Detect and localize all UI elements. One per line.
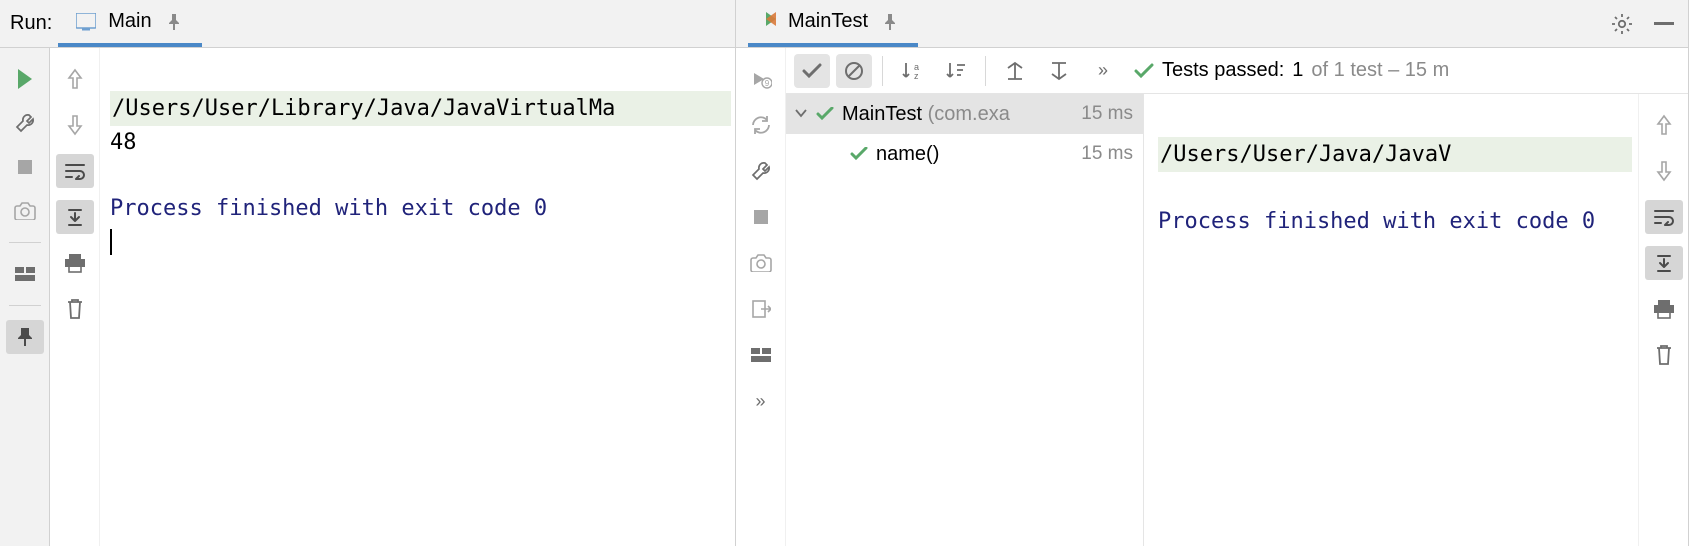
separator (882, 56, 883, 86)
separator (9, 242, 41, 243)
pin-icon[interactable] (876, 8, 904, 36)
trash-icon[interactable] (56, 292, 94, 326)
scroll-to-end-icon[interactable] (56, 200, 94, 234)
check-icon (816, 107, 834, 121)
console-exit-message: Process finished with exit code 0 (1158, 205, 1632, 238)
run-console[interactable]: /Users/User/Library/Java/JavaVirtualMa48… (100, 48, 735, 546)
cursor (110, 229, 112, 255)
svg-text:z: z (914, 71, 919, 81)
pin-icon[interactable] (160, 8, 188, 36)
gear-icon[interactable] (1608, 10, 1636, 38)
check-icon (850, 147, 868, 161)
console-exit-message: Process finished with exit code 0 (110, 192, 731, 225)
test-status: Tests passed: 1 of 1 test – 15 m (1134, 59, 1449, 82)
more-icon[interactable]: » (1084, 54, 1122, 88)
show-ignored-icon[interactable] (836, 54, 872, 88)
tree-root-name: MainTest (842, 103, 922, 125)
layout-icon[interactable] (742, 338, 780, 372)
stop-button[interactable] (742, 200, 780, 234)
scroll-to-end-icon[interactable] (1645, 246, 1683, 280)
chevron-down-icon[interactable] (794, 103, 808, 126)
run-inner-toolbar (50, 48, 100, 546)
run-outer-toolbar (0, 48, 50, 546)
test-tree[interactable]: MainTest (com.exa 15 ms name() 15 ms (786, 94, 1144, 546)
status-passed-count: 1 (1292, 59, 1303, 82)
layout-icon[interactable] (6, 257, 44, 291)
trash-icon[interactable] (1645, 338, 1683, 372)
printer-icon[interactable] (1645, 292, 1683, 326)
exit-icon[interactable] (742, 292, 780, 326)
show-passed-icon[interactable] (794, 54, 830, 88)
tab-maintest[interactable]: MainTest (748, 0, 918, 47)
tree-child-time: 15 ms (1081, 143, 1133, 165)
status-suffix: of 1 test – 15 m (1311, 59, 1449, 82)
tree-root-time: 15 ms (1081, 103, 1133, 125)
tab-main-label: Main (108, 10, 151, 33)
camera-icon[interactable] (742, 246, 780, 280)
test-tabbar: MainTest (736, 0, 1688, 48)
rerun-failed-icon[interactable]: 9 (742, 62, 780, 96)
test-right-toolbar (1638, 94, 1688, 546)
minimize-icon[interactable] (1650, 10, 1678, 38)
up-arrow-icon[interactable] (56, 62, 94, 96)
test-panel: MainTest 9 (736, 0, 1689, 546)
run-panel: Run: Main (0, 0, 736, 546)
test-run-icon (762, 10, 780, 33)
down-arrow-icon[interactable] (56, 108, 94, 142)
printer-icon[interactable] (56, 246, 94, 280)
separator (985, 56, 986, 86)
check-icon (1134, 63, 1154, 79)
tree-child-name: name() (876, 143, 1073, 166)
test-result-toolbar: az » (786, 48, 1688, 94)
up-arrow-icon[interactable] (1645, 108, 1683, 142)
wrench-icon[interactable] (6, 106, 44, 140)
expand-all-icon[interactable] (996, 54, 1034, 88)
soft-wrap-icon[interactable] (1645, 200, 1683, 234)
stop-button[interactable] (6, 150, 44, 184)
tree-root-row[interactable]: MainTest (com.exa 15 ms (786, 94, 1143, 134)
more-icon[interactable]: » (742, 384, 780, 418)
tab-maintest-label: MainTest (788, 10, 868, 33)
tab-main[interactable]: Main (58, 0, 201, 47)
run-label: Run: (6, 12, 58, 35)
run-tabbar: Run: Main (0, 0, 735, 48)
terminal-icon (72, 8, 100, 36)
sort-duration-icon[interactable] (937, 54, 975, 88)
console-output: 48 (110, 126, 731, 159)
test-console[interactable]: /Users/User/Java/JavaV Process finished … (1144, 94, 1638, 546)
wrench-icon[interactable] (742, 154, 780, 188)
soft-wrap-icon[interactable] (56, 154, 94, 188)
console-command: /Users/User/Java/JavaV (1158, 137, 1632, 172)
toggle-auto-test-icon[interactable] (742, 108, 780, 142)
down-arrow-icon[interactable] (1645, 154, 1683, 188)
test-left-toolbar: 9 (736, 48, 786, 546)
camera-icon[interactable] (6, 194, 44, 228)
console-command: /Users/User/Library/Java/JavaVirtualMa (110, 91, 731, 126)
svg-text:9: 9 (764, 79, 769, 88)
pin-tab-button[interactable] (6, 320, 44, 354)
collapse-all-icon[interactable] (1040, 54, 1078, 88)
sort-alpha-icon[interactable]: az (893, 54, 931, 88)
separator (9, 305, 41, 306)
tree-root-package: (com.exa (928, 103, 1010, 125)
tree-child-row[interactable]: name() 15 ms (786, 134, 1143, 174)
status-prefix: Tests passed: (1162, 59, 1284, 82)
run-button[interactable] (6, 62, 44, 96)
